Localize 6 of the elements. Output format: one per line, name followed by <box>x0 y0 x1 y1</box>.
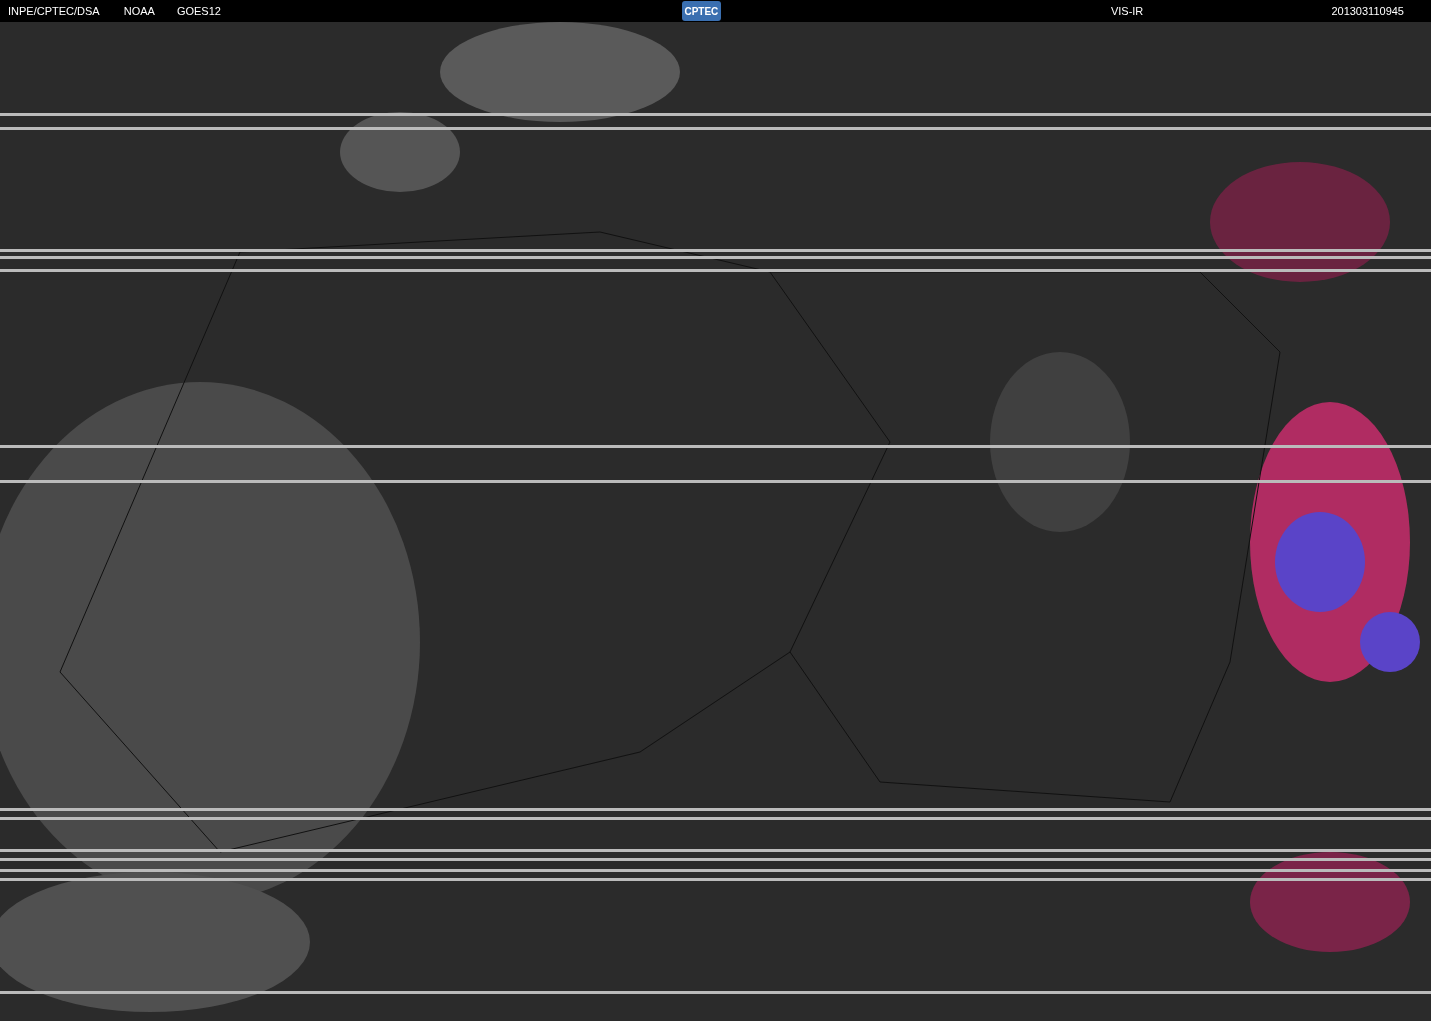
timestamp-label: 201303110945 <box>1331 5 1404 17</box>
satellite-label: GOES12 <box>176 5 221 17</box>
agency-label: NOAA <box>123 5 155 17</box>
channel-label: VIS-IR <box>1110 5 1144 17</box>
logo: CPTEC <box>681 1 721 21</box>
source-label: INPE/CPTEC/DSA <box>8 5 100 17</box>
